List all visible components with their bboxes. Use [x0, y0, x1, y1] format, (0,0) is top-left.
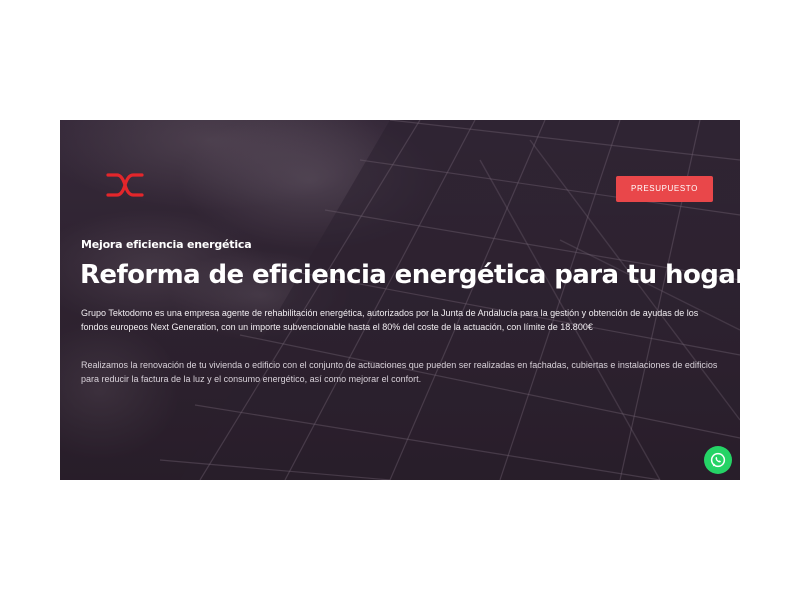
whatsapp-chat-button[interactable] — [704, 446, 732, 474]
tektodomo-logo-icon[interactable] — [104, 172, 146, 198]
solar-panel-background-image — [60, 120, 740, 480]
page: PRESUPUESTO Mejora eficiencia energética… — [0, 0, 800, 600]
hero-eyebrow: Mejora eficiencia energética — [81, 238, 252, 251]
hero-paragraph-services: Realizamos la renovación de tu vivienda … — [81, 360, 718, 384]
presupuesto-button[interactable]: PRESUPUESTO — [616, 176, 713, 202]
whatsapp-icon — [710, 452, 726, 468]
page-title: Reforma de eficiencia energética para tu… — [80, 260, 740, 290]
hero-paragraph-intro: Grupo Tektodomo es una empresa agente de… — [81, 308, 699, 332]
hero-banner: PRESUPUESTO Mejora eficiencia energética… — [60, 120, 740, 480]
